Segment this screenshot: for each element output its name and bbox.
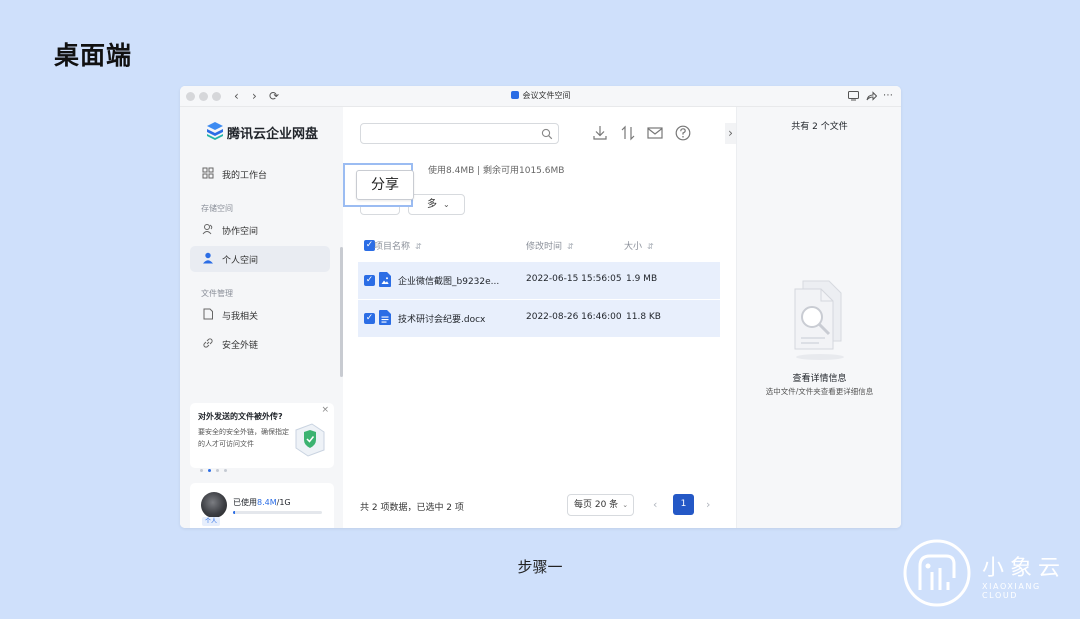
storage-usage-bar xyxy=(233,511,322,514)
person-icon xyxy=(203,252,213,264)
file-modified: 2022-08-26 16:46:00 xyxy=(526,312,622,322)
more-icon[interactable]: ⋯ xyxy=(883,88,893,104)
chevron-down-icon: ⌄ xyxy=(443,200,450,209)
file-size: 11.8 KB xyxy=(626,312,661,322)
close-icon[interactable]: × xyxy=(321,405,329,415)
sidebar-item-label: 安全外链 xyxy=(222,341,259,351)
usage-used: 8.4M xyxy=(257,498,277,507)
sidebar-item-label: 我的工作台 xyxy=(222,171,268,181)
usage-prefix: 已使用 xyxy=(233,498,257,507)
window-title-text: 会议文件空间 xyxy=(522,91,571,100)
sidebar-item-workbench[interactable]: 我的工作台 xyxy=(190,161,330,187)
file-name[interactable]: 技术研讨会纪要.docx xyxy=(398,312,485,325)
storage-usage-fill xyxy=(233,511,235,514)
sidebar-item-label: 协作空间 xyxy=(222,227,259,237)
next-page-button[interactable]: › xyxy=(706,498,710,511)
more-button-label: 多 xyxy=(427,199,437,210)
promo-dot[interactable] xyxy=(200,469,203,472)
app-window: ‹ › ⟳ 会议文件空间 ⋯ 腾讯云企业网盘 我的工作台 存储空间 协作空间 个… xyxy=(180,86,901,528)
sidebar-item-collab-space[interactable]: 协作空间 xyxy=(190,217,330,243)
page-size-label: 每页 20 条 xyxy=(574,500,619,510)
file-modified: 2022-06-15 15:56:05 xyxy=(526,274,622,284)
file-list-pane: › 使用8.4MB | 剩余可用1015.6MB 多 ⌄ 分享 ✓ 项目名称 ⇵ 修… xyxy=(343,107,736,528)
promo-dot[interactable] xyxy=(224,469,227,472)
column-header-size[interactable]: 大小 ⇵ xyxy=(624,239,654,252)
mail-icon[interactable] xyxy=(646,124,664,142)
sort-icon[interactable]: ⇵ xyxy=(415,242,422,251)
file-size: 1.9 MB xyxy=(626,274,658,284)
promo-description: 要安全的安全外链，确保指定的人才可访问文件 xyxy=(198,428,289,448)
table-row[interactable]: ✓ 技术研讨会纪要.docx 2022-08-26 16:46:00 11.8 … xyxy=(358,300,720,337)
section-label-file-management: 文件管理 xyxy=(201,289,233,298)
promo-card[interactable]: 对外发送的文件被外传? 要安全的安全外链，确保指定的人才可访问文件 × xyxy=(190,403,334,472)
table-row[interactable]: ✓ 企业微信截图_b9232e... 2022-06-15 15:56:05 1… xyxy=(358,262,720,299)
details-panel: 共有 2 个文件 查看详情信息 选中文件/文件夹查看更详细信息 xyxy=(736,107,901,528)
promo-dot[interactable] xyxy=(216,469,219,472)
section-label-storage: 存储空间 xyxy=(201,204,233,213)
column-header-name-label: 项目名称 xyxy=(374,242,411,252)
empty-details-illustration-icon xyxy=(794,280,844,360)
share-arrow-icon[interactable] xyxy=(866,91,877,101)
download-icon[interactable] xyxy=(591,124,609,142)
avatar[interactable] xyxy=(201,492,227,518)
help-icon[interactable] xyxy=(674,124,692,142)
selection-summary: 共 2 项数据，已选中 2 项 xyxy=(360,503,464,513)
document-icon xyxy=(203,308,213,320)
slide-title: 桌面端 xyxy=(54,41,133,70)
row-checkbox[interactable]: ✓ xyxy=(364,275,375,286)
column-header-modified-label: 修改时间 xyxy=(526,242,563,252)
promo-dot-active[interactable] xyxy=(208,469,211,472)
screen-icon[interactable] xyxy=(848,91,859,101)
brand-logo-icon xyxy=(903,539,971,607)
logo-icon xyxy=(207,122,223,140)
chevron-right-icon[interactable]: › xyxy=(725,123,736,144)
search-input[interactable] xyxy=(360,123,559,144)
team-icon xyxy=(202,224,213,235)
account-type-badge: 个人 xyxy=(202,517,221,526)
share-highlight-callout: 分享 xyxy=(343,163,414,207)
search-icon[interactable] xyxy=(541,128,553,140)
document-file-icon xyxy=(379,310,391,325)
space-icon xyxy=(510,91,519,99)
file-name[interactable]: 企业微信截图_b9232e... xyxy=(398,274,499,287)
shield-file-illustration-icon xyxy=(295,423,325,457)
page-size-select[interactable]: 每页 20 条 ⌄ xyxy=(567,494,634,516)
sidebar: 腾讯云企业网盘 我的工作台 存储空间 协作空间 个人空间 文件管理 与我相关 安… xyxy=(180,107,343,528)
share-button[interactable]: 分享 xyxy=(356,170,414,200)
title-bar: ‹ › ⟳ 会议文件空间 ⋯ xyxy=(180,86,901,107)
page-number-current[interactable]: 1 xyxy=(673,494,694,515)
row-checkbox[interactable]: ✓ xyxy=(364,313,375,324)
details-file-count: 共有 2 个文件 xyxy=(791,122,848,132)
sidebar-item-personal-space[interactable]: 个人空间 xyxy=(190,246,330,272)
chevron-down-icon: ⌄ xyxy=(622,501,629,509)
sidebar-item-related[interactable]: 与我相关 xyxy=(190,302,330,328)
logo-text: 腾讯云企业网盘 xyxy=(227,127,319,142)
brand-watermark: 小象云 XIAOXIANG CLOUD xyxy=(902,536,1072,612)
column-header-name[interactable]: 项目名称 ⇵ xyxy=(374,239,422,252)
promo-pagination[interactable] xyxy=(200,457,232,476)
window-title: 会议文件空间 xyxy=(180,90,901,102)
prev-page-button[interactable]: ‹ xyxy=(653,498,657,511)
brand-subtitle: XIAOXIANG CLOUD xyxy=(982,582,1041,600)
user-card[interactable]: 个人 已使用8.4M/1G xyxy=(190,483,334,528)
promo-title: 对外发送的文件被外传? xyxy=(198,412,283,421)
column-header-modified[interactable]: 修改时间 ⇵ xyxy=(526,239,574,252)
sidebar-item-label: 个人空间 xyxy=(222,256,259,266)
link-icon xyxy=(203,338,213,348)
sidebar-item-secure-link[interactable]: 安全外链 xyxy=(190,331,330,357)
sort-icon[interactable]: ⇵ xyxy=(647,242,654,251)
grid-icon xyxy=(202,167,214,179)
sidebar-item-label: 与我相关 xyxy=(222,312,259,322)
more-button[interactable]: 多 ⌄ xyxy=(408,194,465,215)
storage-summary: 使用8.4MB | 剩余可用1015.6MB xyxy=(428,166,565,176)
brand-name: 小象云 xyxy=(982,556,1067,581)
details-title: 查看详情信息 xyxy=(792,374,847,384)
column-header-size-label: 大小 xyxy=(624,242,643,252)
usage-total: /1G xyxy=(276,498,291,507)
details-subtitle: 选中文件/文件夹查看更详细信息 xyxy=(765,387,874,396)
sort-icon[interactable]: ⇵ xyxy=(567,242,574,251)
storage-usage-text: 已使用8.4M/1G xyxy=(233,497,291,508)
image-file-icon xyxy=(379,272,391,287)
sort-icon[interactable] xyxy=(619,124,637,142)
